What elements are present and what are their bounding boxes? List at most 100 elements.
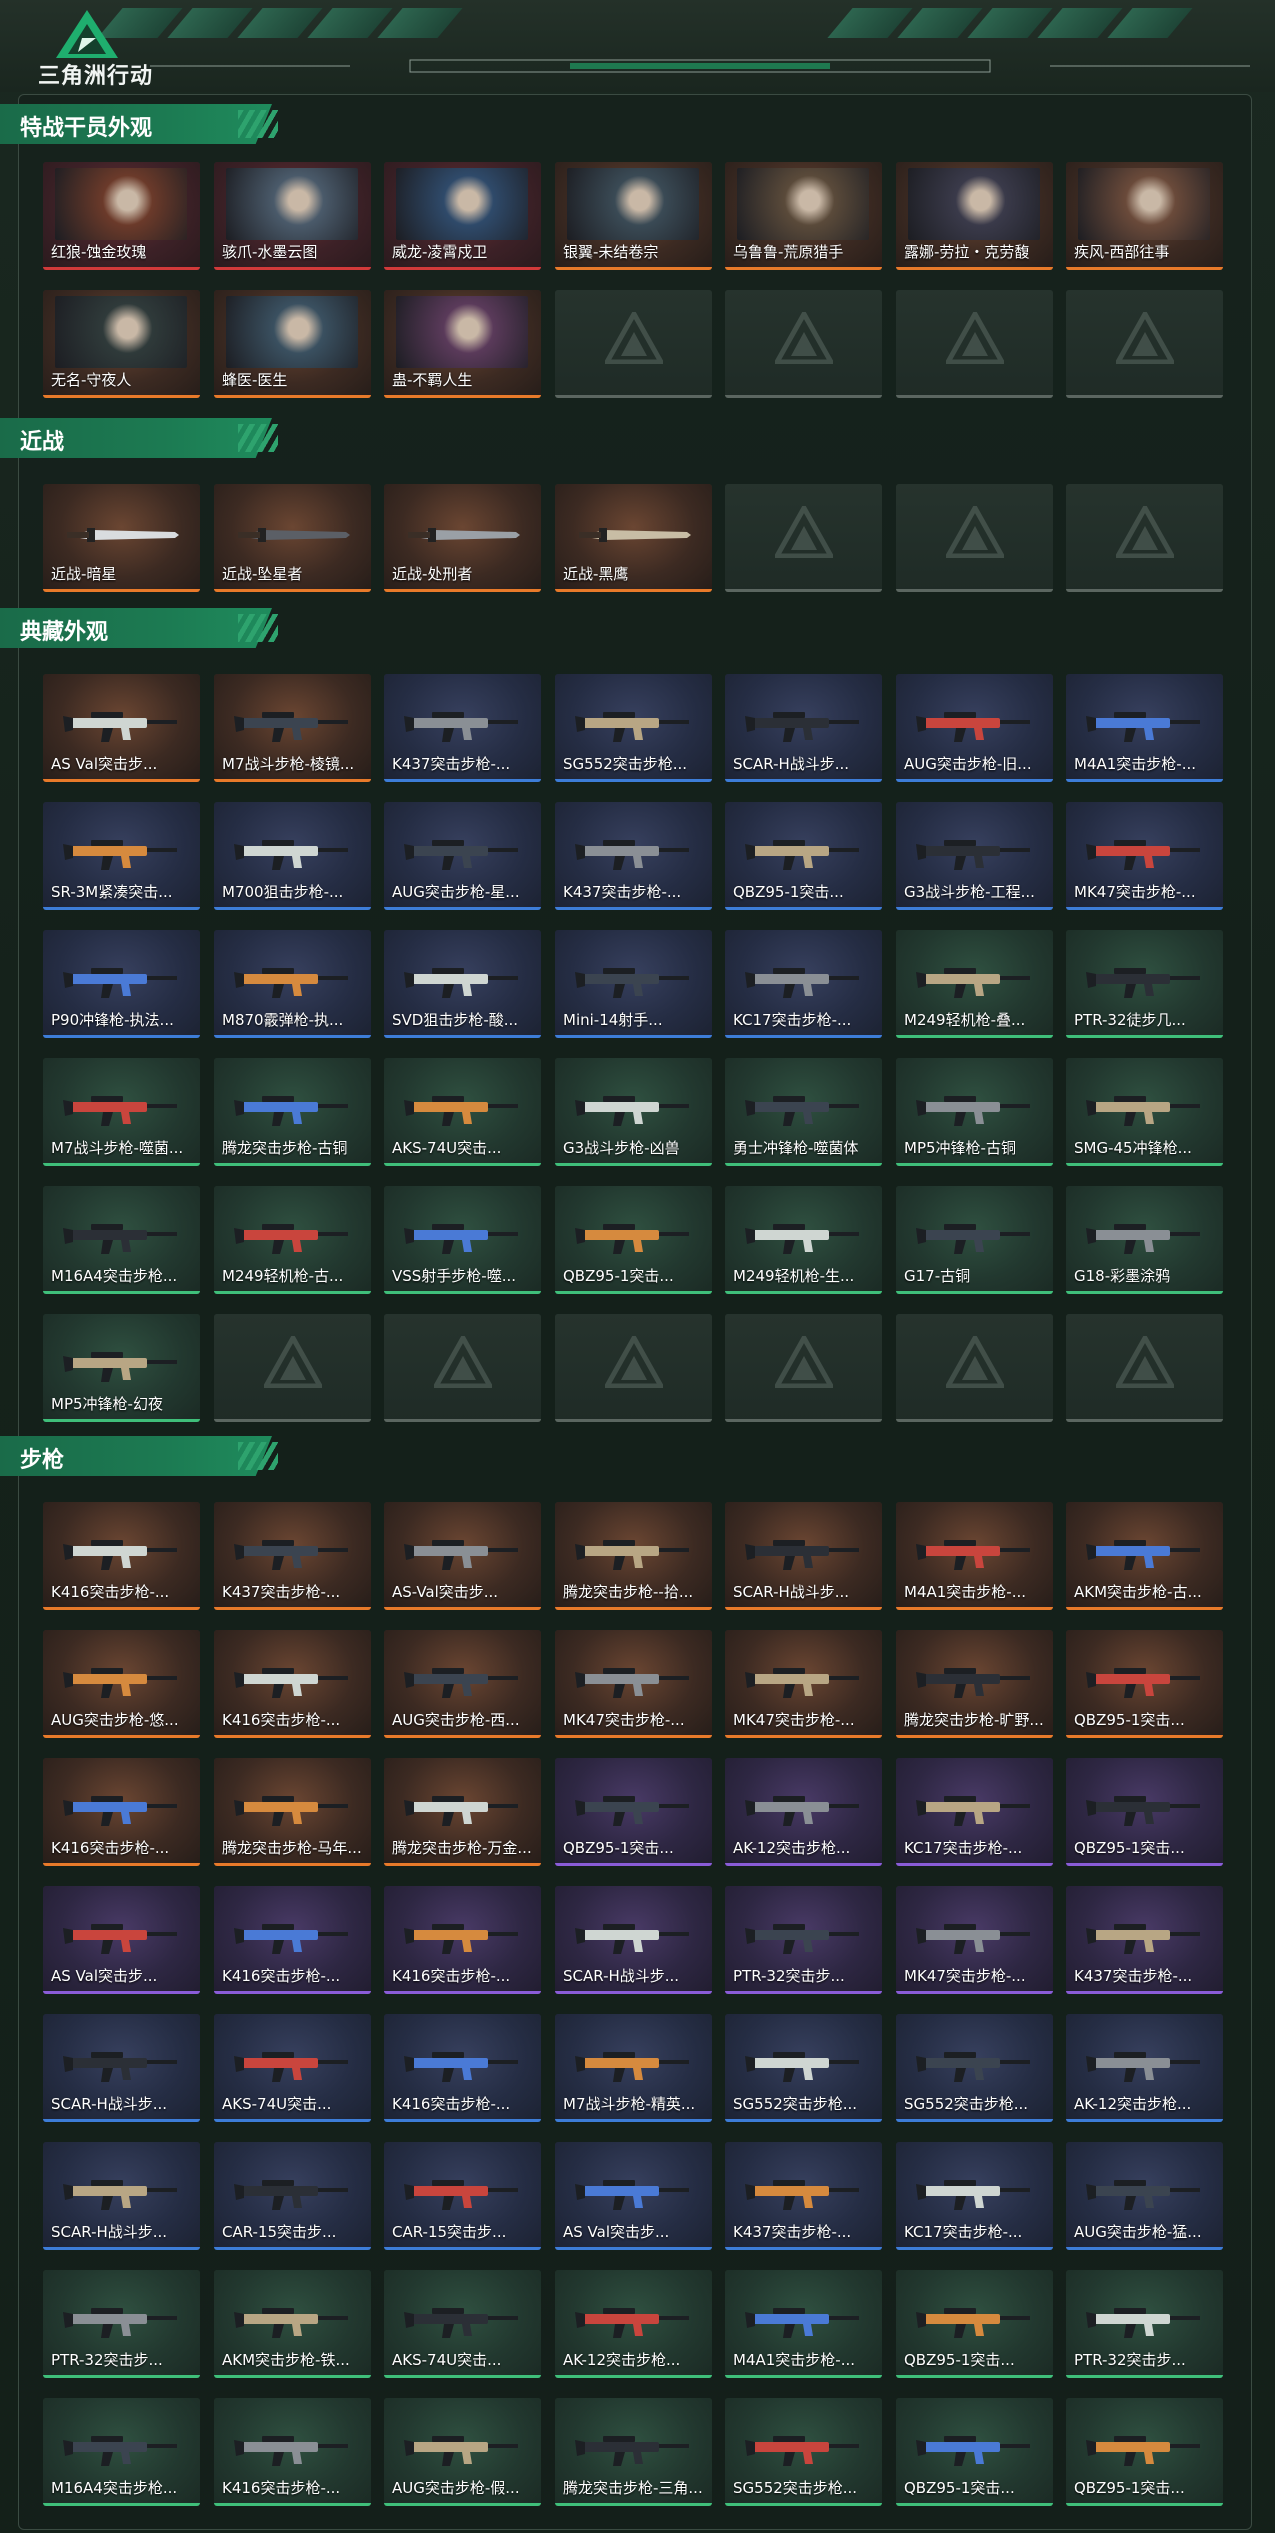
item-card[interactable]: SCAR-H战斗步... bbox=[43, 2014, 200, 2122]
item-card[interactable]: 乌鲁鲁-荒原猎手 bbox=[725, 162, 882, 270]
item-card[interactable]: 露娜-劳拉・克劳馥 bbox=[896, 162, 1053, 270]
item-card[interactable]: PTR-32突击步... bbox=[43, 2270, 200, 2378]
item-card[interactable]: 红狼-蚀金玫瑰 bbox=[43, 162, 200, 270]
item-card[interactable]: QBZ95-1突击... bbox=[1066, 1758, 1223, 1866]
item-card[interactable]: 近战-暗星 bbox=[43, 484, 200, 592]
item-card[interactable]: SCAR-H战斗步... bbox=[555, 1886, 712, 1994]
item-card[interactable]: AKM突击步枪-古... bbox=[1066, 1502, 1223, 1610]
item-card[interactable]: AUG突击步枪-星... bbox=[384, 802, 541, 910]
item-card[interactable]: PTR-32徒步几... bbox=[1066, 930, 1223, 1038]
item-card[interactable]: CAR-15突击步... bbox=[214, 2142, 371, 2250]
item-card[interactable]: K437突击步枪-... bbox=[725, 2142, 882, 2250]
item-card[interactable]: AUG突击步枪-猛... bbox=[1066, 2142, 1223, 2250]
item-card[interactable]: Mini-14射手... bbox=[555, 930, 712, 1038]
item-card[interactable]: K437突击步枪-... bbox=[384, 674, 541, 782]
item-card[interactable]: 银翼-未结卷宗 bbox=[555, 162, 712, 270]
item-card[interactable]: 腾龙突击步枪-旷野... bbox=[896, 1630, 1053, 1738]
item-card[interactable]: QBZ95-1突击... bbox=[725, 802, 882, 910]
item-card[interactable]: AKS-74U突击... bbox=[214, 2014, 371, 2122]
item-card[interactable]: M870霰弹枪-执... bbox=[214, 930, 371, 1038]
item-card[interactable]: K416突击步枪-... bbox=[214, 1630, 371, 1738]
item-card[interactable]: SG552突击步枪... bbox=[896, 2014, 1053, 2122]
item-card[interactable]: K416突击步枪-... bbox=[214, 1886, 371, 1994]
item-card[interactable]: AKM突击步枪-铁... bbox=[214, 2270, 371, 2378]
item-card[interactable]: G17-古铜 bbox=[896, 1186, 1053, 1294]
item-card[interactable]: 蜂医-医生 bbox=[214, 290, 371, 398]
item-card[interactable]: AK-12突击步枪... bbox=[725, 1758, 882, 1866]
item-card[interactable]: K416突击步枪-... bbox=[214, 2398, 371, 2506]
item-card[interactable]: K437突击步枪-... bbox=[214, 1502, 371, 1610]
item-card[interactable]: 蛊-不羁人生 bbox=[384, 290, 541, 398]
item-card[interactable]: K437突击步枪-... bbox=[1066, 1886, 1223, 1994]
item-card[interactable]: VSS射手步枪-噬... bbox=[384, 1186, 541, 1294]
item-card[interactable]: QBZ95-1突击... bbox=[1066, 1630, 1223, 1738]
item-card[interactable]: M249轻机枪-古... bbox=[214, 1186, 371, 1294]
item-card[interactable]: QBZ95-1突击... bbox=[1066, 2398, 1223, 2506]
item-card[interactable]: M4A1突击步枪-... bbox=[725, 2270, 882, 2378]
item-card[interactable]: AS Val突击步... bbox=[43, 1886, 200, 1994]
item-card[interactable]: K416突击步枪-... bbox=[384, 2014, 541, 2122]
item-card[interactable]: SVD狙击步枪-酸... bbox=[384, 930, 541, 1038]
item-card[interactable]: QBZ95-1突击... bbox=[896, 2270, 1053, 2378]
item-card[interactable]: MK47突击步枪-... bbox=[725, 1630, 882, 1738]
item-card[interactable]: CAR-15突击步... bbox=[384, 2142, 541, 2250]
item-card[interactable]: SG552突击步枪... bbox=[725, 2014, 882, 2122]
item-card[interactable]: KC17突击步枪-... bbox=[896, 2142, 1053, 2250]
item-card[interactable]: SMG-45冲锋枪... bbox=[1066, 1058, 1223, 1166]
item-card[interactable]: AUG突击步枪-西... bbox=[384, 1630, 541, 1738]
item-card[interactable]: AK-12突击步枪... bbox=[1066, 2014, 1223, 2122]
item-card[interactable]: 近战-黑鹰 bbox=[555, 484, 712, 592]
item-card[interactable]: M249轻机枪-生... bbox=[725, 1186, 882, 1294]
item-card[interactable]: AS Val突击步... bbox=[555, 2142, 712, 2250]
item-card[interactable]: MP5冲锋枪-幻夜 bbox=[43, 1314, 200, 1422]
item-card[interactable]: AS-Val突击步... bbox=[384, 1502, 541, 1610]
item-card[interactable]: P90冲锋枪-执法... bbox=[43, 930, 200, 1038]
item-card[interactable]: G18-彩墨涂鸦 bbox=[1066, 1186, 1223, 1294]
item-card[interactable]: SG552突击步枪... bbox=[555, 674, 712, 782]
item-card[interactable]: 腾龙突击步枪-古铜 bbox=[214, 1058, 371, 1166]
item-card[interactable]: 腾龙突击步枪-马年... bbox=[214, 1758, 371, 1866]
item-card[interactable]: AUG突击步枪-假... bbox=[384, 2398, 541, 2506]
item-card[interactable]: QBZ95-1突击... bbox=[555, 1186, 712, 1294]
item-card[interactable]: AKS-74U突击... bbox=[384, 2270, 541, 2378]
item-card[interactable]: 腾龙突击步枪-万金... bbox=[384, 1758, 541, 1866]
item-card[interactable]: SCAR-H战斗步... bbox=[43, 2142, 200, 2250]
item-card[interactable]: K416突击步枪-... bbox=[43, 1502, 200, 1610]
item-card[interactable]: M249轻机枪-叠... bbox=[896, 930, 1053, 1038]
item-card[interactable]: MP5冲锋枪-古铜 bbox=[896, 1058, 1053, 1166]
item-card[interactable]: 近战-处刑者 bbox=[384, 484, 541, 592]
item-card[interactable]: SR-3M紧凑突击... bbox=[43, 802, 200, 910]
item-card[interactable]: 腾龙突击步枪--拾... bbox=[555, 1502, 712, 1610]
item-card[interactable]: KC17突击步枪-... bbox=[896, 1758, 1053, 1866]
item-card[interactable]: M7战斗步枪-棱镜... bbox=[214, 674, 371, 782]
item-card[interactable]: M16A4突击步枪... bbox=[43, 2398, 200, 2506]
item-card[interactable]: K416突击步枪-... bbox=[43, 1758, 200, 1866]
item-card[interactable]: 威龙-凌霄戍卫 bbox=[384, 162, 541, 270]
item-card[interactable]: K416突击步枪-... bbox=[384, 1886, 541, 1994]
item-card[interactable]: G3战斗步枪-凶兽 bbox=[555, 1058, 712, 1166]
item-card[interactable]: M16A4突击步枪... bbox=[43, 1186, 200, 1294]
item-card[interactable]: AK-12突击步枪... bbox=[555, 2270, 712, 2378]
item-card[interactable]: AUG突击步枪-悠... bbox=[43, 1630, 200, 1738]
item-card[interactable]: PTR-32突击步... bbox=[1066, 2270, 1223, 2378]
item-card[interactable]: AS Val突击步... bbox=[43, 674, 200, 782]
item-card[interactable]: K437突击步枪-... bbox=[555, 802, 712, 910]
item-card[interactable]: SCAR-H战斗步... bbox=[725, 674, 882, 782]
item-card[interactable]: 腾龙突击步枪-三角... bbox=[555, 2398, 712, 2506]
item-card[interactable]: 近战-坠星者 bbox=[214, 484, 371, 592]
item-card[interactable]: AUG突击步枪-旧... bbox=[896, 674, 1053, 782]
item-card[interactable]: 无名-守夜人 bbox=[43, 290, 200, 398]
item-card[interactable]: G3战斗步枪-工程... bbox=[896, 802, 1053, 910]
item-card[interactable]: SG552突击步枪... bbox=[725, 2398, 882, 2506]
item-card[interactable]: 勇士冲锋枪-噬菌体 bbox=[725, 1058, 882, 1166]
item-card[interactable]: KC17突击步枪-... bbox=[725, 930, 882, 1038]
item-card[interactable]: PTR-32突击步... bbox=[725, 1886, 882, 1994]
item-card[interactable]: M4A1突击步枪-... bbox=[1066, 674, 1223, 782]
item-card[interactable]: M700狙击步枪-... bbox=[214, 802, 371, 910]
item-card[interactable]: M7战斗步枪-精英... bbox=[555, 2014, 712, 2122]
item-card[interactable]: AKS-74U突击... bbox=[384, 1058, 541, 1166]
item-card[interactable]: 骇爪-水墨云图 bbox=[214, 162, 371, 270]
item-card[interactable]: MK47突击步枪-... bbox=[1066, 802, 1223, 910]
item-card[interactable]: MK47突击步枪-... bbox=[896, 1886, 1053, 1994]
item-card[interactable]: QBZ95-1突击... bbox=[555, 1758, 712, 1866]
